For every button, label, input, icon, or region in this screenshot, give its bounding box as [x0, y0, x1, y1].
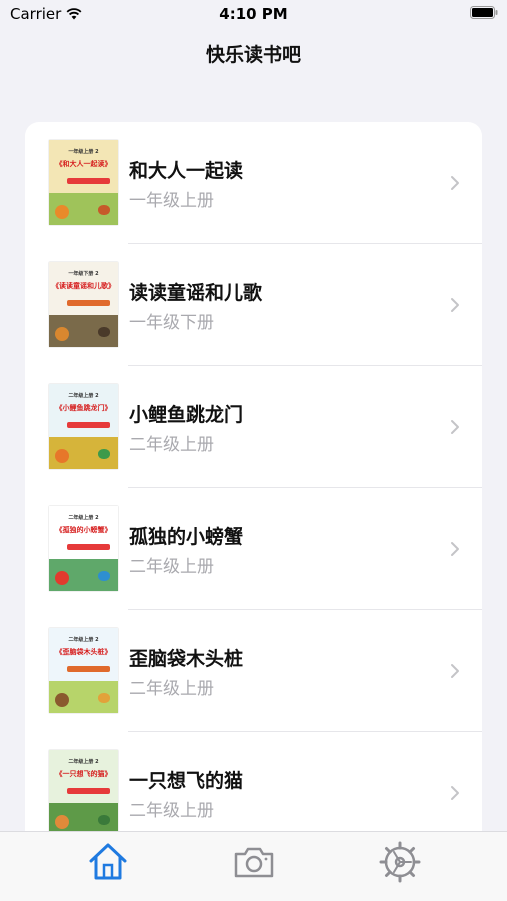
- cover-illustration: [98, 693, 110, 703]
- book-title: 一只想飞的猫: [129, 770, 244, 792]
- book-row[interactable]: 一年级下册 2 《读读童谣和儿歌》 读读童谣和儿歌 一年级下册: [25, 244, 482, 366]
- book-cover: 二年级上册 2 《歪脑袋木头桩》: [49, 628, 118, 713]
- gear-icon: [379, 841, 421, 883]
- book-grade: 二年级上册: [129, 679, 214, 699]
- book-cover: 二年级上册 2 《一只想飞的猫》: [49, 750, 118, 835]
- clock: 4:10 PM: [219, 5, 288, 23]
- tab-home[interactable]: [86, 840, 130, 884]
- cover-badge: [67, 788, 110, 794]
- page-title: 快乐读书吧: [205, 44, 301, 66]
- cover-grade-label: 一年级下册 2: [68, 271, 99, 277]
- chevron-right-icon: [451, 420, 459, 434]
- book-title: 孤独的小螃蟹: [129, 526, 244, 548]
- chevron-right-icon: [451, 298, 459, 312]
- cover-grade-label: 一年级上册 2: [68, 149, 99, 155]
- cover-grade-label: 二年级上册 2: [68, 393, 99, 399]
- chevron-right-icon: [451, 176, 459, 190]
- chevron-right-icon: [451, 664, 459, 678]
- cover-illustration: [98, 449, 110, 459]
- book-grade: 二年级上册: [129, 557, 214, 577]
- book-title: 和大人一起读: [129, 160, 244, 182]
- cover-badge: [67, 178, 110, 184]
- book-title: 歪脑袋木头桩: [129, 648, 244, 670]
- cover-grade-label: 二年级上册 2: [68, 515, 99, 521]
- cover-title: 《孤独的小螃蟹》: [55, 526, 112, 534]
- book-row[interactable]: 二年级上册 2 《歪脑袋木头桩》 歪脑袋木头桩 二年级上册: [25, 610, 482, 732]
- cover-grade-label: 二年级上册 2: [68, 759, 99, 765]
- cover-title: 《读读童谣和儿歌》: [52, 282, 115, 290]
- cover-illustration: [55, 693, 69, 707]
- cover-illustration: [55, 815, 69, 829]
- book-cover: 二年级上册 2 《小鲤鱼跳龙门》: [49, 384, 118, 469]
- battery-icon: [470, 6, 498, 19]
- cover-illustration: [55, 327, 69, 341]
- book-title: 小鲤鱼跳龙门: [129, 404, 244, 426]
- tab-camera[interactable]: [232, 840, 276, 884]
- book-cover: 一年级下册 2 《读读童谣和儿歌》: [49, 262, 118, 347]
- book-cover: 二年级上册 2 《孤独的小螃蟹》: [49, 506, 118, 591]
- cover-grade-label: 二年级上册 2: [68, 637, 99, 643]
- house-icon: [89, 843, 127, 880]
- cover-illustration: [55, 205, 69, 219]
- cover-illustration: [55, 571, 69, 585]
- book-cover: 一年级上册 2 《和大人一起读》: [49, 140, 118, 225]
- cover-title: 《一只想飞的猫》: [55, 770, 112, 778]
- book-grade: 一年级上册: [129, 191, 214, 211]
- cover-illustration: [98, 815, 110, 825]
- chevron-right-icon: [451, 786, 459, 800]
- book-grade: 一年级下册: [129, 313, 214, 333]
- cover-illustration: [55, 449, 69, 463]
- book-grade: 二年级上册: [129, 801, 214, 821]
- camera-icon: [234, 847, 274, 878]
- book-row[interactable]: 二年级上册 2 《小鲤鱼跳龙门》 小鲤鱼跳龙门 二年级上册: [25, 366, 482, 488]
- cover-illustration: [98, 571, 110, 581]
- book-row[interactable]: 一年级上册 2 《和大人一起读》 和大人一起读 一年级上册: [25, 122, 482, 244]
- tab-settings[interactable]: [378, 840, 422, 884]
- cover-title: 《和大人一起读》: [55, 160, 112, 168]
- cover-illustration: [98, 327, 110, 337]
- cover-badge: [67, 422, 110, 428]
- cover-illustration: [98, 205, 110, 215]
- cover-title: 《歪脑袋木头桩》: [55, 648, 112, 656]
- book-title: 读读童谣和儿歌: [129, 282, 263, 304]
- cover-title: 《小鲤鱼跳龙门》: [55, 404, 112, 412]
- chevron-right-icon: [451, 542, 459, 556]
- tab-bar: [0, 831, 507, 901]
- cover-badge: [67, 544, 110, 550]
- status-bar: Carrier 4:10 PM: [0, 0, 507, 28]
- book-list: 一年级上册 2 《和大人一起读》 和大人一起读 一年级上册 一年级下册 2 《读…: [25, 122, 482, 882]
- book-grade: 二年级上册: [129, 435, 214, 455]
- cover-badge: [67, 666, 110, 672]
- cover-badge: [67, 300, 110, 306]
- book-row[interactable]: 二年级上册 2 《孤独的小螃蟹》 孤独的小螃蟹 二年级上册: [25, 488, 482, 610]
